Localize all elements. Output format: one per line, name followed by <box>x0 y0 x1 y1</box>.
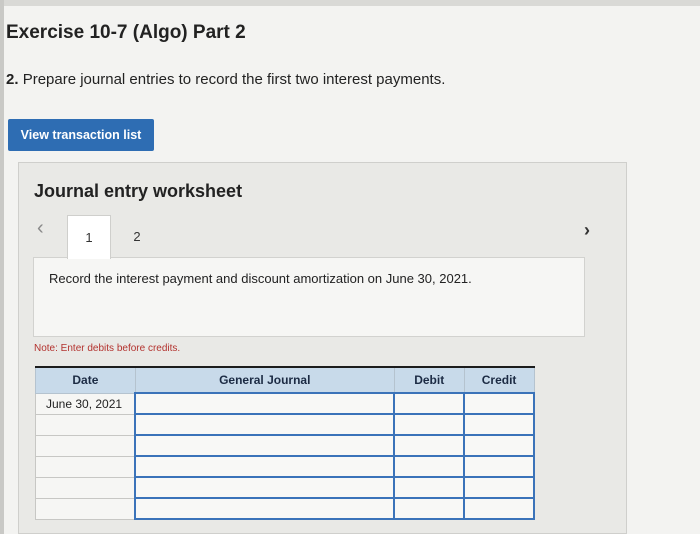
account-input[interactable] <box>134 392 396 415</box>
entry-description-box: Record the interest payment and discount… <box>33 257 585 337</box>
table-row: June 30, 2021 <box>35 392 535 415</box>
journal-entry-worksheet: Journal entry worksheet ‹ 1 2 › Record t… <box>18 162 627 534</box>
table-row <box>35 455 535 478</box>
left-border <box>0 0 4 534</box>
note-text: Note: Enter debits before credits. <box>34 343 181 354</box>
credit-input[interactable] <box>463 392 535 415</box>
tab-1[interactable]: 1 <box>67 215 111 259</box>
instruction: 2. Prepare journal entries to record the… <box>6 71 445 88</box>
debit-input[interactable] <box>393 434 466 457</box>
row-date[interactable]: June 30, 2021 <box>35 392 136 415</box>
header-debit: Debit <box>393 366 465 394</box>
credit-input[interactable] <box>463 413 535 436</box>
debit-input[interactable] <box>393 476 466 499</box>
row-date[interactable] <box>35 413 136 436</box>
credit-input[interactable] <box>463 455 535 478</box>
header-date: Date <box>35 366 136 394</box>
table-header-row: Date General Journal Debit Credit <box>35 366 535 394</box>
debit-input[interactable] <box>393 497 466 520</box>
row-date[interactable] <box>35 476 136 499</box>
account-input[interactable] <box>134 413 396 436</box>
table-row <box>35 476 535 499</box>
credit-input[interactable] <box>463 497 535 520</box>
debit-input[interactable] <box>393 413 466 436</box>
tab-2[interactable]: 2 <box>115 215 159 257</box>
table-row <box>35 434 535 457</box>
row-date[interactable] <box>35 497 136 520</box>
credit-input[interactable] <box>463 476 535 499</box>
row-date[interactable] <box>35 455 136 478</box>
chevron-left-icon[interactable]: ‹ <box>37 217 44 240</box>
header-general-journal: General Journal <box>134 366 395 394</box>
worksheet-title: Journal entry worksheet <box>34 181 243 201</box>
account-input[interactable] <box>134 497 396 520</box>
account-input[interactable] <box>134 455 396 478</box>
header-credit: Credit <box>463 366 535 394</box>
chevron-right-icon[interactable]: › <box>584 220 590 241</box>
journal-table: Date General Journal Debit Credit June 3… <box>35 366 535 520</box>
view-transaction-list-button[interactable]: View transaction list <box>8 119 154 151</box>
page-title: Exercise 10-7 (Algo) Part 2 <box>6 22 246 43</box>
table-row <box>35 413 535 436</box>
instruction-text: Prepare journal entries to record the fi… <box>22 71 446 88</box>
instruction-number: 2. <box>6 71 19 88</box>
debit-input[interactable] <box>393 455 466 478</box>
table-row <box>35 497 535 520</box>
account-input[interactable] <box>134 434 396 457</box>
account-input[interactable] <box>134 476 396 499</box>
entry-description: Record the interest payment and discount… <box>49 271 472 286</box>
row-date[interactable] <box>35 434 136 457</box>
top-border <box>0 0 700 6</box>
credit-input[interactable] <box>463 434 535 457</box>
debit-input[interactable] <box>393 392 466 415</box>
